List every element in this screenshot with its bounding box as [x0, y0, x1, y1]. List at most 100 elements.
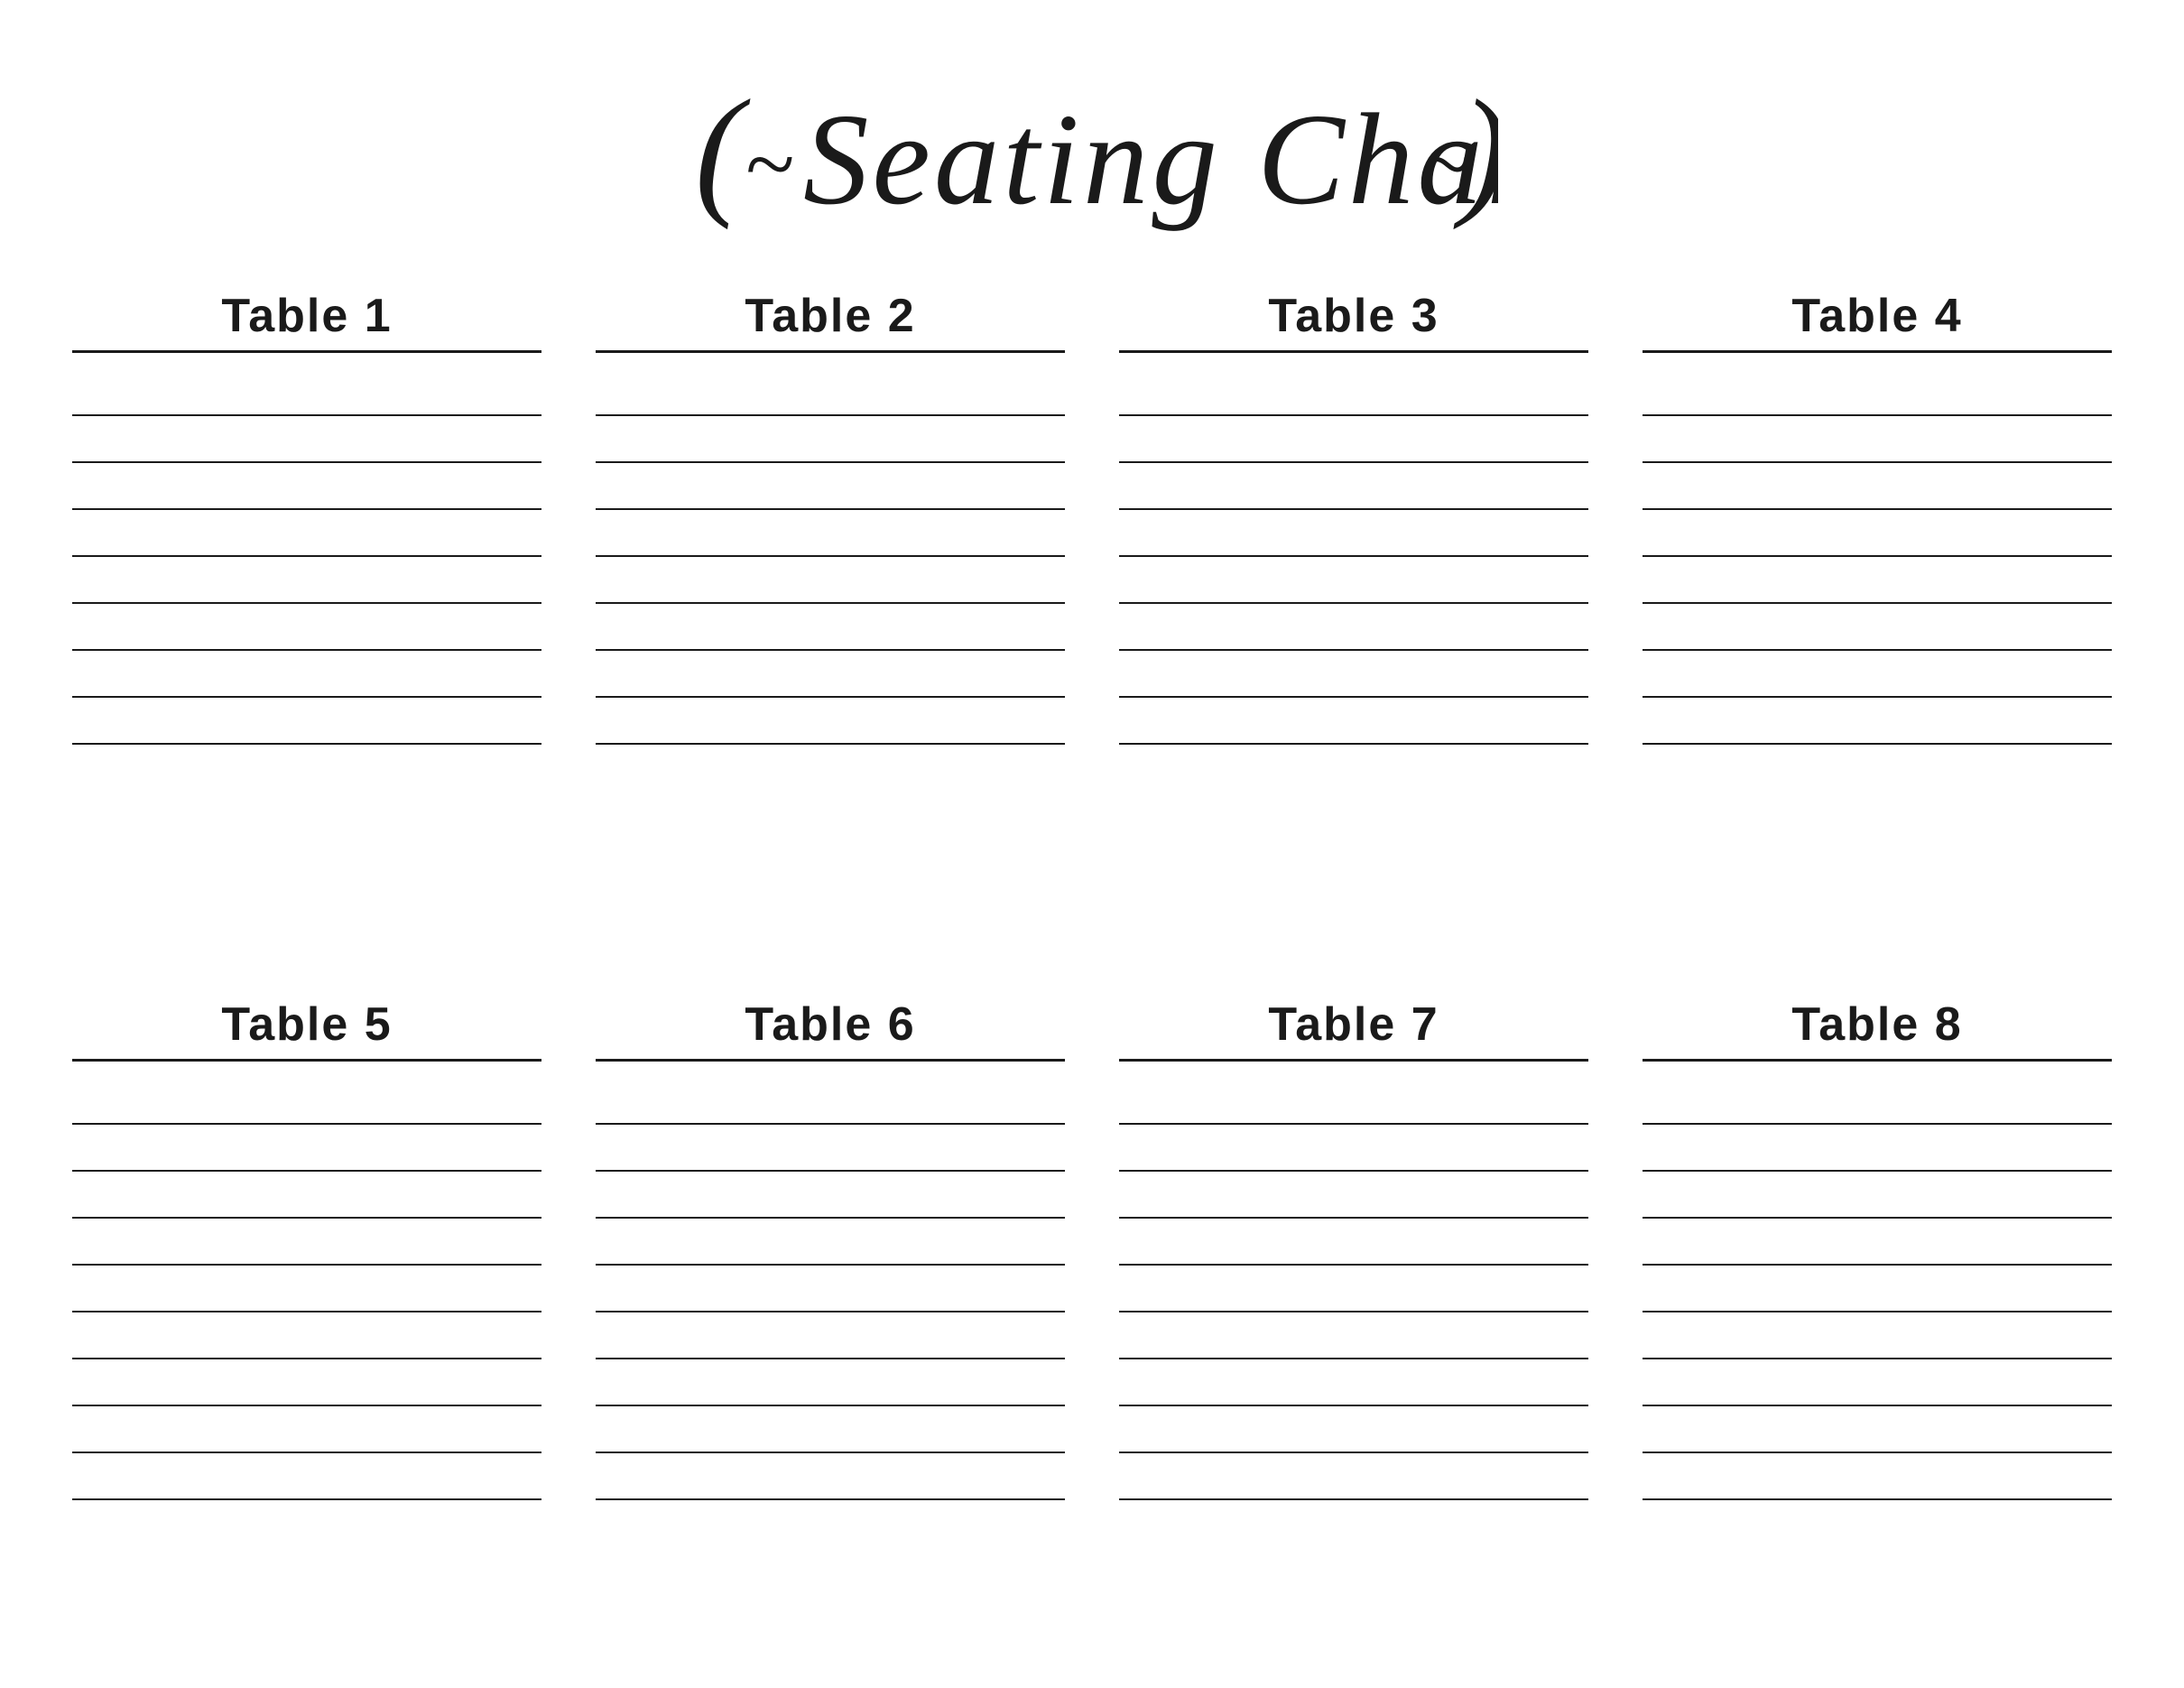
table-line: [1119, 369, 1588, 416]
table-line: [1643, 463, 2112, 510]
table-line: [72, 651, 541, 698]
table-line: [596, 1453, 1065, 1500]
table-1-lines: [72, 369, 541, 745]
page-title: ( ~ Seating Chart ~ ): [686, 54, 1498, 235]
table-section-6: Table 6: [596, 997, 1065, 1634]
svg-text:(: (: [695, 70, 751, 230]
table-line: [1119, 1219, 1588, 1266]
table-line: [596, 510, 1065, 557]
table-6-lines: [596, 1078, 1065, 1500]
table-3-title: Table 3: [1119, 289, 1588, 343]
table-4-lines: [1643, 369, 2112, 745]
table-line: [596, 369, 1065, 416]
table-line: [72, 1359, 541, 1406]
table-line: [1643, 1312, 2112, 1359]
table-section-7: Table 7: [1119, 997, 1588, 1634]
table-section-8: Table 8: [1643, 997, 2112, 1634]
table-section-5: Table 5: [72, 997, 541, 1634]
table-8-title: Table 8: [1643, 997, 2112, 1052]
tables-row-2: Table 5 Table 6: [72, 997, 2112, 1634]
table-line: [1119, 416, 1588, 463]
table-line: [1643, 1125, 2112, 1172]
table-line: [72, 1172, 541, 1219]
table-line: [72, 510, 541, 557]
table-line: [596, 1172, 1065, 1219]
table-line: [596, 1078, 1065, 1125]
table-line: [1119, 1406, 1588, 1453]
svg-text:): ): [1453, 70, 1498, 230]
table-line: [1119, 1359, 1588, 1406]
table-line: [1119, 1078, 1588, 1125]
table-2-header: Table 2: [596, 289, 1065, 353]
table-line: [72, 1125, 541, 1172]
table-6-header: Table 6: [596, 997, 1065, 1062]
table-line: [1643, 416, 2112, 463]
table-line: [1119, 604, 1588, 651]
table-6-title: Table 6: [596, 997, 1065, 1052]
table-line: [1643, 557, 2112, 604]
table-1-title: Table 1: [72, 289, 541, 343]
page: ( ~ Seating Chart ~ ) Table 1: [0, 0, 2184, 1688]
table-7-lines: [1119, 1078, 1588, 1500]
table-line: [1643, 1359, 2112, 1406]
table-line: [1119, 463, 1588, 510]
table-line: [72, 604, 541, 651]
table-line: [1119, 510, 1588, 557]
table-section-2: Table 2: [596, 289, 1065, 925]
table-line: [72, 557, 541, 604]
table-8-header: Table 8: [1643, 997, 2112, 1062]
table-line: [1119, 698, 1588, 745]
table-line: [1643, 1266, 2112, 1312]
table-line: [1119, 1266, 1588, 1312]
table-8-lines: [1643, 1078, 2112, 1500]
table-line: [596, 463, 1065, 510]
table-line: [1643, 369, 2112, 416]
table-line: [72, 416, 541, 463]
table-line: [596, 416, 1065, 463]
table-line: [72, 1078, 541, 1125]
table-line: [596, 1406, 1065, 1453]
table-line: [596, 1359, 1065, 1406]
table-line: [72, 369, 541, 416]
table-line: [1119, 651, 1588, 698]
table-3-header: Table 3: [1119, 289, 1588, 353]
table-7-title: Table 7: [1119, 997, 1588, 1052]
table-line: [72, 1453, 541, 1500]
table-line: [1119, 1125, 1588, 1172]
table-line: [1643, 1172, 2112, 1219]
table-line: [72, 1406, 541, 1453]
table-line: [1643, 1453, 2112, 1500]
table-line: [596, 1312, 1065, 1359]
table-2-title: Table 2: [596, 289, 1065, 343]
table-line: [596, 651, 1065, 698]
table-section-3: Table 3: [1119, 289, 1588, 925]
table-line: [1643, 651, 2112, 698]
title-area: ( ~ Seating Chart ~ ): [72, 54, 2112, 235]
table-line: [596, 1125, 1065, 1172]
table-line: [1643, 698, 2112, 745]
table-line: [1119, 1453, 1588, 1500]
table-section-1: Table 1: [72, 289, 541, 925]
table-line: [1643, 604, 2112, 651]
table-4-title: Table 4: [1643, 289, 2112, 343]
table-2-lines: [596, 369, 1065, 745]
table-line: [1643, 1078, 2112, 1125]
table-5-header: Table 5: [72, 997, 541, 1062]
tables-row-1: Table 1 Table 2: [72, 289, 2112, 925]
table-line: [72, 698, 541, 745]
table-line: [72, 1266, 541, 1312]
table-3-lines: [1119, 369, 1588, 745]
table-line: [1119, 1172, 1588, 1219]
svg-text:Seating Chart: Seating Chart: [803, 88, 1498, 232]
table-line: [596, 604, 1065, 651]
table-line: [1119, 1312, 1588, 1359]
table-line: [596, 698, 1065, 745]
table-1-header: Table 1: [72, 289, 541, 353]
table-line: [1643, 1219, 2112, 1266]
table-5-lines: [72, 1078, 541, 1500]
table-line: [72, 1219, 541, 1266]
table-7-header: Table 7: [1119, 997, 1588, 1062]
table-line: [1643, 1406, 2112, 1453]
table-line: [72, 1312, 541, 1359]
table-4-header: Table 4: [1643, 289, 2112, 353]
